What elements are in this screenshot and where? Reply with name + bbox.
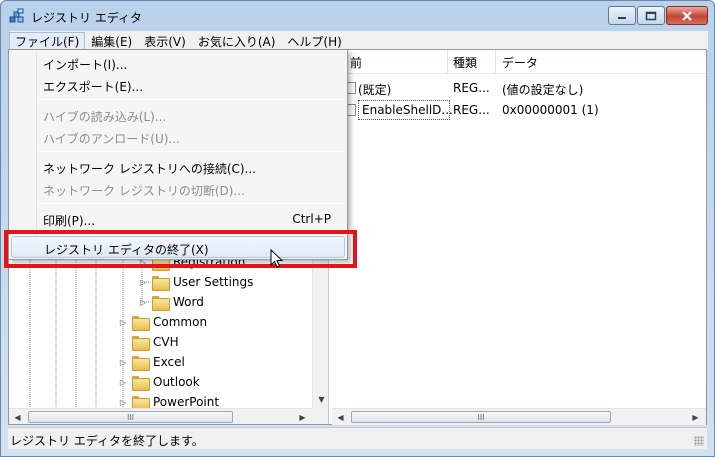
- folder-icon: [152, 295, 170, 311]
- list-horizontal-scrollbar[interactable]: ◀ III ▶: [332, 408, 706, 425]
- status-bar: レジストリ エディタを終了します。: [8, 427, 707, 449]
- regedit-icon: [9, 8, 24, 23]
- folder-icon: [132, 335, 150, 351]
- tree-item[interactable]: ▷ User Settings: [137, 272, 253, 292]
- tree-item[interactable]: ▷ Word: [137, 292, 204, 312]
- value-data: (値の設定なし): [502, 83, 584, 97]
- list-item[interactable]: (既定) REG... (値の設定なし): [332, 77, 706, 99]
- scroll-left-icon[interactable]: ◀: [9, 409, 26, 424]
- folder-icon: [132, 375, 150, 391]
- menu-item-label: ネットワーク レジストリへの接続(C)...: [43, 162, 257, 176]
- annotation-highlight-box: [4, 230, 357, 268]
- menu-item-print[interactable]: 印刷(P)... Ctrl+P: [11, 208, 345, 230]
- menu-item-import[interactable]: インポート(I)...: [11, 52, 345, 74]
- tree-horizontal-scrollbar[interactable]: ◀ III ▶: [9, 408, 312, 424]
- menu-item-label: ネットワーク レジストリの切断(D)...: [43, 184, 245, 198]
- menu-item-label: エクスポート(E)...: [43, 80, 144, 94]
- expand-icon[interactable]: ▷: [117, 378, 129, 387]
- mouse-cursor-icon: [270, 249, 284, 268]
- file-menu-dropdown: インポート(I)... エクスポート(E)... ハイブの読み込み(L)... …: [8, 49, 348, 260]
- folder-icon: [132, 395, 150, 411]
- scroll-corner: [312, 408, 328, 424]
- menu-item-load-hive: ハイブの読み込み(L)...: [11, 104, 345, 126]
- menu-item-export[interactable]: エクスポート(E)...: [11, 74, 345, 96]
- tree-item[interactable]: ▷ Common: [117, 312, 207, 332]
- value-data: 0x00000001 (1): [502, 103, 599, 117]
- scroll-thumb[interactable]: III: [28, 411, 233, 423]
- close-button[interactable]: [666, 6, 708, 25]
- column-header-name[interactable]: 前: [350, 54, 362, 71]
- scroll-right-icon[interactable]: ▶: [294, 409, 311, 424]
- column-divider[interactable]: [447, 50, 448, 74]
- scroll-thumb[interactable]: III: [351, 411, 611, 423]
- menu-favorites[interactable]: お気に入り(A): [192, 32, 282, 50]
- resize-grip-icon[interactable]: [694, 436, 704, 446]
- menu-item-label: 印刷(P)...: [43, 214, 96, 228]
- column-divider[interactable]: [495, 50, 496, 74]
- menu-item-connect-network-registry[interactable]: ネットワーク レジストリへの接続(C)...: [11, 156, 345, 178]
- menu-item-label: インポート(I)...: [43, 58, 128, 72]
- menu-item-label: ハイブの読み込み(L)...: [43, 110, 167, 124]
- minimize-icon: [618, 16, 626, 19]
- tree-item[interactable]: ▷ Excel: [117, 352, 185, 372]
- menu-view[interactable]: 表示(V): [138, 32, 192, 50]
- title-bar: レジストリ エディタ: [1, 1, 714, 31]
- tree-item-label: Word: [173, 295, 204, 309]
- menu-separator: [39, 151, 343, 152]
- status-text: レジストリ エディタを終了します。: [10, 434, 204, 448]
- value-name: (既定): [358, 83, 392, 97]
- window-controls: [608, 6, 708, 25]
- tree-item[interactable]: CVH: [117, 332, 179, 352]
- maximize-icon: [645, 11, 657, 20]
- menu-item-label: ハイブのアンロード(U)...: [43, 132, 180, 146]
- value-type: REG...: [453, 81, 490, 95]
- folder-icon: [132, 355, 150, 371]
- maximize-button[interactable]: [637, 6, 665, 25]
- menu-separator: [39, 99, 343, 100]
- tree-item-label: Common: [153, 315, 208, 329]
- expand-icon[interactable]: ▷: [137, 298, 149, 307]
- tree-item[interactable]: ▷ Outlook: [117, 372, 200, 392]
- column-header-type[interactable]: 種類: [453, 54, 477, 71]
- menu-separator: [39, 203, 343, 204]
- scroll-right-icon[interactable]: ▶: [687, 409, 704, 425]
- tree-item-label: PowerPoint: [153, 395, 220, 409]
- menu-file[interactable]: ファイル(F): [9, 31, 86, 50]
- tree-item-label: Outlook: [153, 375, 200, 389]
- column-header-data[interactable]: データ: [502, 54, 538, 71]
- value-name: EnableShellD...: [362, 103, 453, 117]
- tree-item-label: CVH: [153, 335, 179, 349]
- minimize-button[interactable]: [608, 6, 636, 25]
- scroll-left-icon[interactable]: ◀: [332, 409, 349, 425]
- menu-edit[interactable]: 編集(E): [85, 32, 138, 50]
- expand-icon[interactable]: ▷: [137, 278, 149, 287]
- menu-help[interactable]: ヘルプ(H): [281, 32, 347, 50]
- menu-bar: ファイル(F) 編集(E) 表示(V) お気に入り(A) ヘルプ(H): [9, 31, 708, 50]
- menu-item-unload-hive: ハイブのアンロード(U)...: [11, 126, 345, 148]
- menu-item-disconnect-network-registry: ネットワーク レジストリの切断(D)...: [11, 178, 345, 200]
- menu-item-shortcut: Ctrl+P: [292, 212, 331, 226]
- folder-icon: [132, 315, 150, 331]
- folder-icon: [152, 275, 170, 291]
- expand-icon[interactable]: ▷: [117, 318, 129, 327]
- expand-icon[interactable]: ▷: [117, 398, 129, 407]
- values-list-pane: 前 種類 データ (既定) REG... (値の設定なし) EnableShel…: [332, 50, 706, 425]
- close-icon: [682, 10, 692, 21]
- tree-item-label: Excel: [153, 355, 185, 369]
- tree-item-label: User Settings: [173, 275, 254, 289]
- list-header: 前 種類 データ: [332, 50, 706, 74]
- expand-icon[interactable]: ▷: [117, 358, 129, 367]
- window-title: レジストリ エディタ: [31, 11, 142, 25]
- list-item[interactable]: EnableShellD... REG... 0x00000001 (1): [332, 99, 706, 121]
- scroll-down-icon[interactable]: ▼: [313, 391, 328, 408]
- value-type: REG...: [453, 103, 490, 117]
